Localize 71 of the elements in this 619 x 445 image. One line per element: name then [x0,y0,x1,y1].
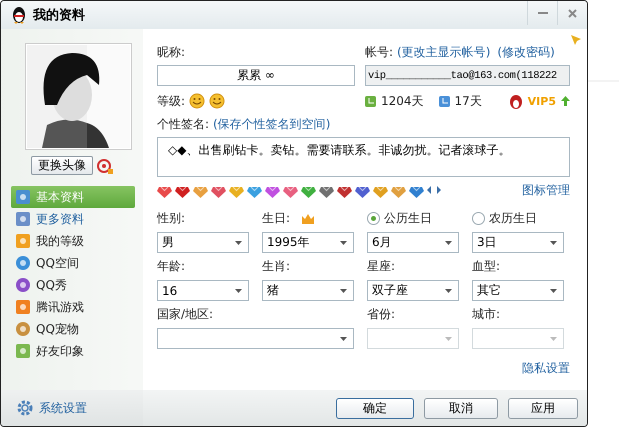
settings-link[interactable]: 系统设置 [39,400,87,416]
field-label: 国家/地区: [157,306,214,322]
caret-icon [235,288,242,292]
caret-icon [340,336,347,340]
caret-icon [235,240,242,244]
field-label: 年龄: [157,258,186,274]
clock-icon [365,96,376,106]
dialog-button[interactable]: 确定 [336,398,414,418]
signature-label: 个性签名: [157,116,210,132]
smiley-icon [209,93,226,109]
smiley-icon [189,93,206,109]
radio-button[interactable] [472,212,485,224]
field-label: 城市: [472,306,500,322]
online-days: 1204天 [381,92,424,110]
dropdown[interactable]: 16 [157,280,249,301]
account-field[interactable]: vip___________tao@163.com(118222 [365,65,570,86]
field-label: 农历生日 [489,210,537,226]
account-link[interactable]: (更改主显示帐号) [397,44,490,60]
dropdown[interactable]: 6月 [367,232,459,253]
nav-item[interactable]: 腾讯游戏 [11,296,135,318]
privacy-link[interactable]: 隐私设置 [522,360,570,376]
field-label: 省份: [367,306,396,322]
account-link[interactable]: (修改密码) [497,44,555,60]
field-label: 生肖: [262,258,290,274]
close-icon [568,8,577,18]
radio-button[interactable] [367,212,380,224]
caret-icon [445,336,452,340]
caret-icon [445,240,452,244]
nav-item[interactable]: 我的等级 [11,230,135,252]
nav-item[interactable]: 好友印象 [11,340,135,362]
field-label: 血型: [472,258,500,274]
caret-icon [445,288,452,292]
ball-icon [15,277,31,293]
nav-item[interactable]: QQ空间 [11,252,135,274]
dropdown[interactable]: 猪 [262,280,354,301]
dropdown[interactable]: 1995年 [262,232,354,253]
window-title: 我的资料 [33,7,85,24]
minimize-icon [538,12,548,14]
account-label: 帐号: [365,44,394,60]
dialog-button[interactable]: 应用 [508,398,578,418]
caret-icon [550,240,557,244]
caret-icon [550,288,557,292]
vip-level: VIP5 [528,94,556,108]
save-signature-link[interactable]: (保存个性签名到空间) [213,116,330,132]
nav-item[interactable]: QQ宠物 [11,318,135,340]
dropdown[interactable] [157,328,354,349]
dropdown[interactable]: 其它 [472,280,564,301]
field-label: 性别: [157,210,186,226]
scroll-arrows-icon[interactable] [427,186,441,194]
field-label: 公历生日 [384,210,432,226]
caret-icon [340,288,347,292]
field-label: 生日: [262,210,290,226]
dropdown[interactable]: 3日 [472,232,564,253]
nav-item[interactable]: QQ秀 [11,274,135,296]
signature-field[interactable]: ◇◆、出售刷钻卡。卖钻。需要请联系。非诚勿扰。记者滚球子。 [157,137,570,177]
caret-icon [550,336,557,340]
caret-icon [340,240,347,244]
clock-icon [438,96,450,106]
level-label: 等级: [157,92,186,110]
dropdown[interactable]: 男 [157,232,249,253]
change-avatar-button[interactable]: 更换头像 [31,156,93,175]
nav-item[interactable]: 更多资料 [11,208,135,230]
remaining-days: 17天 [454,92,482,110]
up-arrow-icon [561,96,570,106]
nickname-field[interactable]: 累累 ∞ [157,65,355,86]
dialog-button[interactable]: 取消 [424,398,498,418]
field-label: 星座: [367,258,396,274]
nickname-label: 昵称: [157,44,186,60]
dropdown[interactable]: 双子座 [367,280,459,301]
icon-manage-link[interactable]: 图标管理 [522,182,570,198]
settings-icon [17,400,33,416]
